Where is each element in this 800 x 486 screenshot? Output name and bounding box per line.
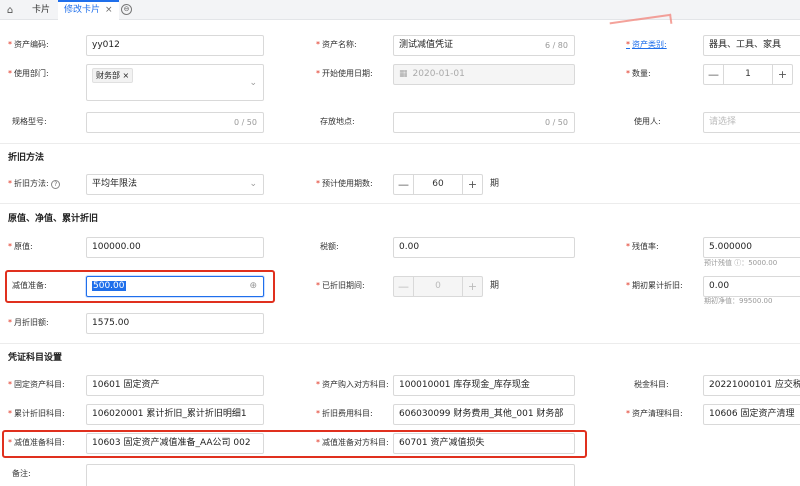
tax-subject-label: 税金科目: [634, 380, 669, 389]
quantity-minus-button[interactable]: — [704, 65, 724, 84]
depreciation-method-label: * 折旧方法: ? [8, 173, 61, 195]
period-value[interactable]: 60 [414, 175, 462, 194]
asset-code-input[interactable]: yy012 [86, 35, 264, 56]
accum-dep-subject-label: * 累计折旧科目: [8, 409, 65, 418]
impairment-subject-label: * 减值准备科目: [8, 438, 65, 447]
spec-label: 规格型号: [12, 117, 47, 126]
impairment-input[interactable]: 500.00 ⊕ [86, 276, 264, 297]
monthly-dep-input[interactable]: 1575.00 [86, 313, 264, 334]
chevron-down-icon[interactable]: ⌄ [249, 74, 257, 93]
fixed-asset-subject-input[interactable]: 10601 固定资产 [86, 375, 264, 396]
start-date-label: * 开始使用日期: [316, 69, 373, 78]
residual-rate-input[interactable]: 5.000000 [703, 237, 800, 258]
period-stepper[interactable]: — 60 + [393, 174, 483, 195]
depreciated-periods-value[interactable]: 0 [414, 277, 462, 296]
tax-label: 税额: [320, 242, 339, 251]
period-unit: 期 [490, 179, 500, 189]
original-value-label: * 原值: [8, 242, 33, 251]
tab-card-label: 卡片 [32, 5, 51, 15]
period-minus-button[interactable]: — [394, 175, 414, 194]
depreciated-periods-unit: 期 [490, 281, 500, 291]
cleanup-subject-input[interactable]: 10606 固定资产清理 [703, 404, 800, 425]
user-select[interactable]: 请选择 [703, 112, 800, 133]
divider [0, 343, 800, 344]
fixed-asset-subject-label: * 固定资产科目: [8, 380, 65, 389]
divider [0, 203, 800, 204]
depreciated-plus-button[interactable]: + [462, 277, 482, 296]
section-depreciation-title: 折旧方法 [8, 153, 45, 163]
dep-expense-subject-label: * 折旧费用科目: [316, 409, 373, 418]
accum-dep-subject-input[interactable]: 106020001 累计折旧_累计折旧明细1 [86, 404, 264, 425]
tax-subject-input[interactable]: 20221000101 应交税费_ [703, 375, 800, 396]
period-label: * 预计使用期数: [316, 179, 373, 188]
asset-code-label: * 资产编码: [8, 40, 49, 49]
calendar-icon: ▦ [399, 69, 408, 79]
opening-net-hint: 期初净值：99500.00 [704, 297, 773, 305]
period-plus-button[interactable]: + [462, 175, 482, 194]
opening-accum-input[interactable]: 0.00 [703, 276, 800, 297]
remark-textarea[interactable] [86, 464, 575, 486]
department-tag: 财务部 × [92, 68, 134, 83]
more-tabs-icon[interactable]: ⊖ [121, 4, 132, 15]
asset-category-input[interactable]: 器具、工具、家具 [703, 35, 800, 56]
asset-name-count: 6 / 80 [544, 41, 568, 50]
depreciation-method-select[interactable]: 平均年限法 ⌄ [86, 174, 264, 195]
tag-close-icon[interactable]: × [123, 71, 130, 80]
tab-edit-card[interactable]: 修改卡片 × [58, 0, 119, 20]
location-count: 0 / 50 [544, 118, 568, 127]
dep-expense-subject-input[interactable]: 606030099 财务费用_其他_001 财务部 [393, 404, 575, 425]
start-date-input[interactable]: ▦ 2020-01-01 [393, 64, 575, 85]
quantity-label: * 数量: [626, 69, 651, 78]
tab-bar: ⌂ 卡片 修改卡片 × ⊖ [0, 0, 800, 20]
location-label: 存放地点: [320, 117, 355, 126]
quantity-stepper[interactable]: — 1 + [703, 64, 793, 85]
depreciated-minus-button[interactable]: — [394, 277, 414, 296]
cleanup-subject-label: * 资产清理科目: [626, 409, 683, 418]
department-select[interactable]: 财务部 × ⌄ [86, 64, 264, 101]
spec-input[interactable]: 0 / 50 [86, 112, 264, 133]
purchase-subject-input[interactable]: 100010001 库存现金_库存现金 [393, 375, 575, 396]
residual-value-hint: 预计残值 ⓘ：5000.00 [704, 259, 778, 267]
depreciated-periods-stepper[interactable]: — 0 + [393, 276, 483, 297]
tab-card[interactable]: 卡片 [26, 0, 56, 20]
section-values-title: 原值、净值、累计折旧 [8, 214, 99, 224]
help-icon[interactable]: ? [51, 180, 61, 189]
asset-name-label: * 资产名称: [316, 40, 357, 49]
location-input[interactable]: 0 / 50 [393, 112, 575, 133]
impairment-subject-input[interactable]: 10603 固定资产减值准备_AA公司 002 [86, 433, 264, 454]
section-voucher-title: 凭证科目设置 [8, 353, 63, 363]
depreciated-periods-label: * 已折旧期间: [316, 281, 365, 290]
residual-rate-label: * 残值率: [626, 242, 659, 251]
remark-label: 备注: [12, 469, 31, 478]
spec-count: 0 / 50 [233, 118, 257, 127]
impairment-counter-input[interactable]: 60701 资产减值损失 [393, 433, 575, 454]
asset-name-input[interactable]: 测试减值凭证 6 / 80 [393, 35, 575, 56]
quantity-plus-button[interactable]: + [772, 65, 792, 84]
chevron-down-icon[interactable]: ⌄ [249, 175, 257, 194]
close-icon[interactable]: × [105, 5, 113, 15]
impairment-counter-label: * 减值准备对方科目: [316, 438, 389, 447]
tab-edit-card-label: 修改卡片 [64, 5, 101, 15]
quantity-value[interactable]: 1 [724, 65, 772, 84]
department-label: * 使用部门: [8, 69, 49, 78]
user-label: 使用人: [634, 117, 661, 126]
impairment-label: 减值准备: [12, 281, 47, 290]
opening-accum-label: * 期初累计折旧: [626, 281, 683, 290]
home-icon[interactable]: ⌂ [0, 0, 20, 20]
asset-category-label[interactable]: * 资产类别: [626, 34, 667, 56]
original-value-input[interactable]: 100000.00 [86, 237, 264, 258]
monthly-dep-label: * 月折旧额: [8, 318, 49, 327]
tax-input[interactable]: 0.00 [393, 237, 575, 258]
divider [0, 143, 800, 144]
clear-icon[interactable]: ⊕ [249, 277, 257, 296]
purchase-subject-label: * 资产购入对方科目: [316, 380, 389, 389]
